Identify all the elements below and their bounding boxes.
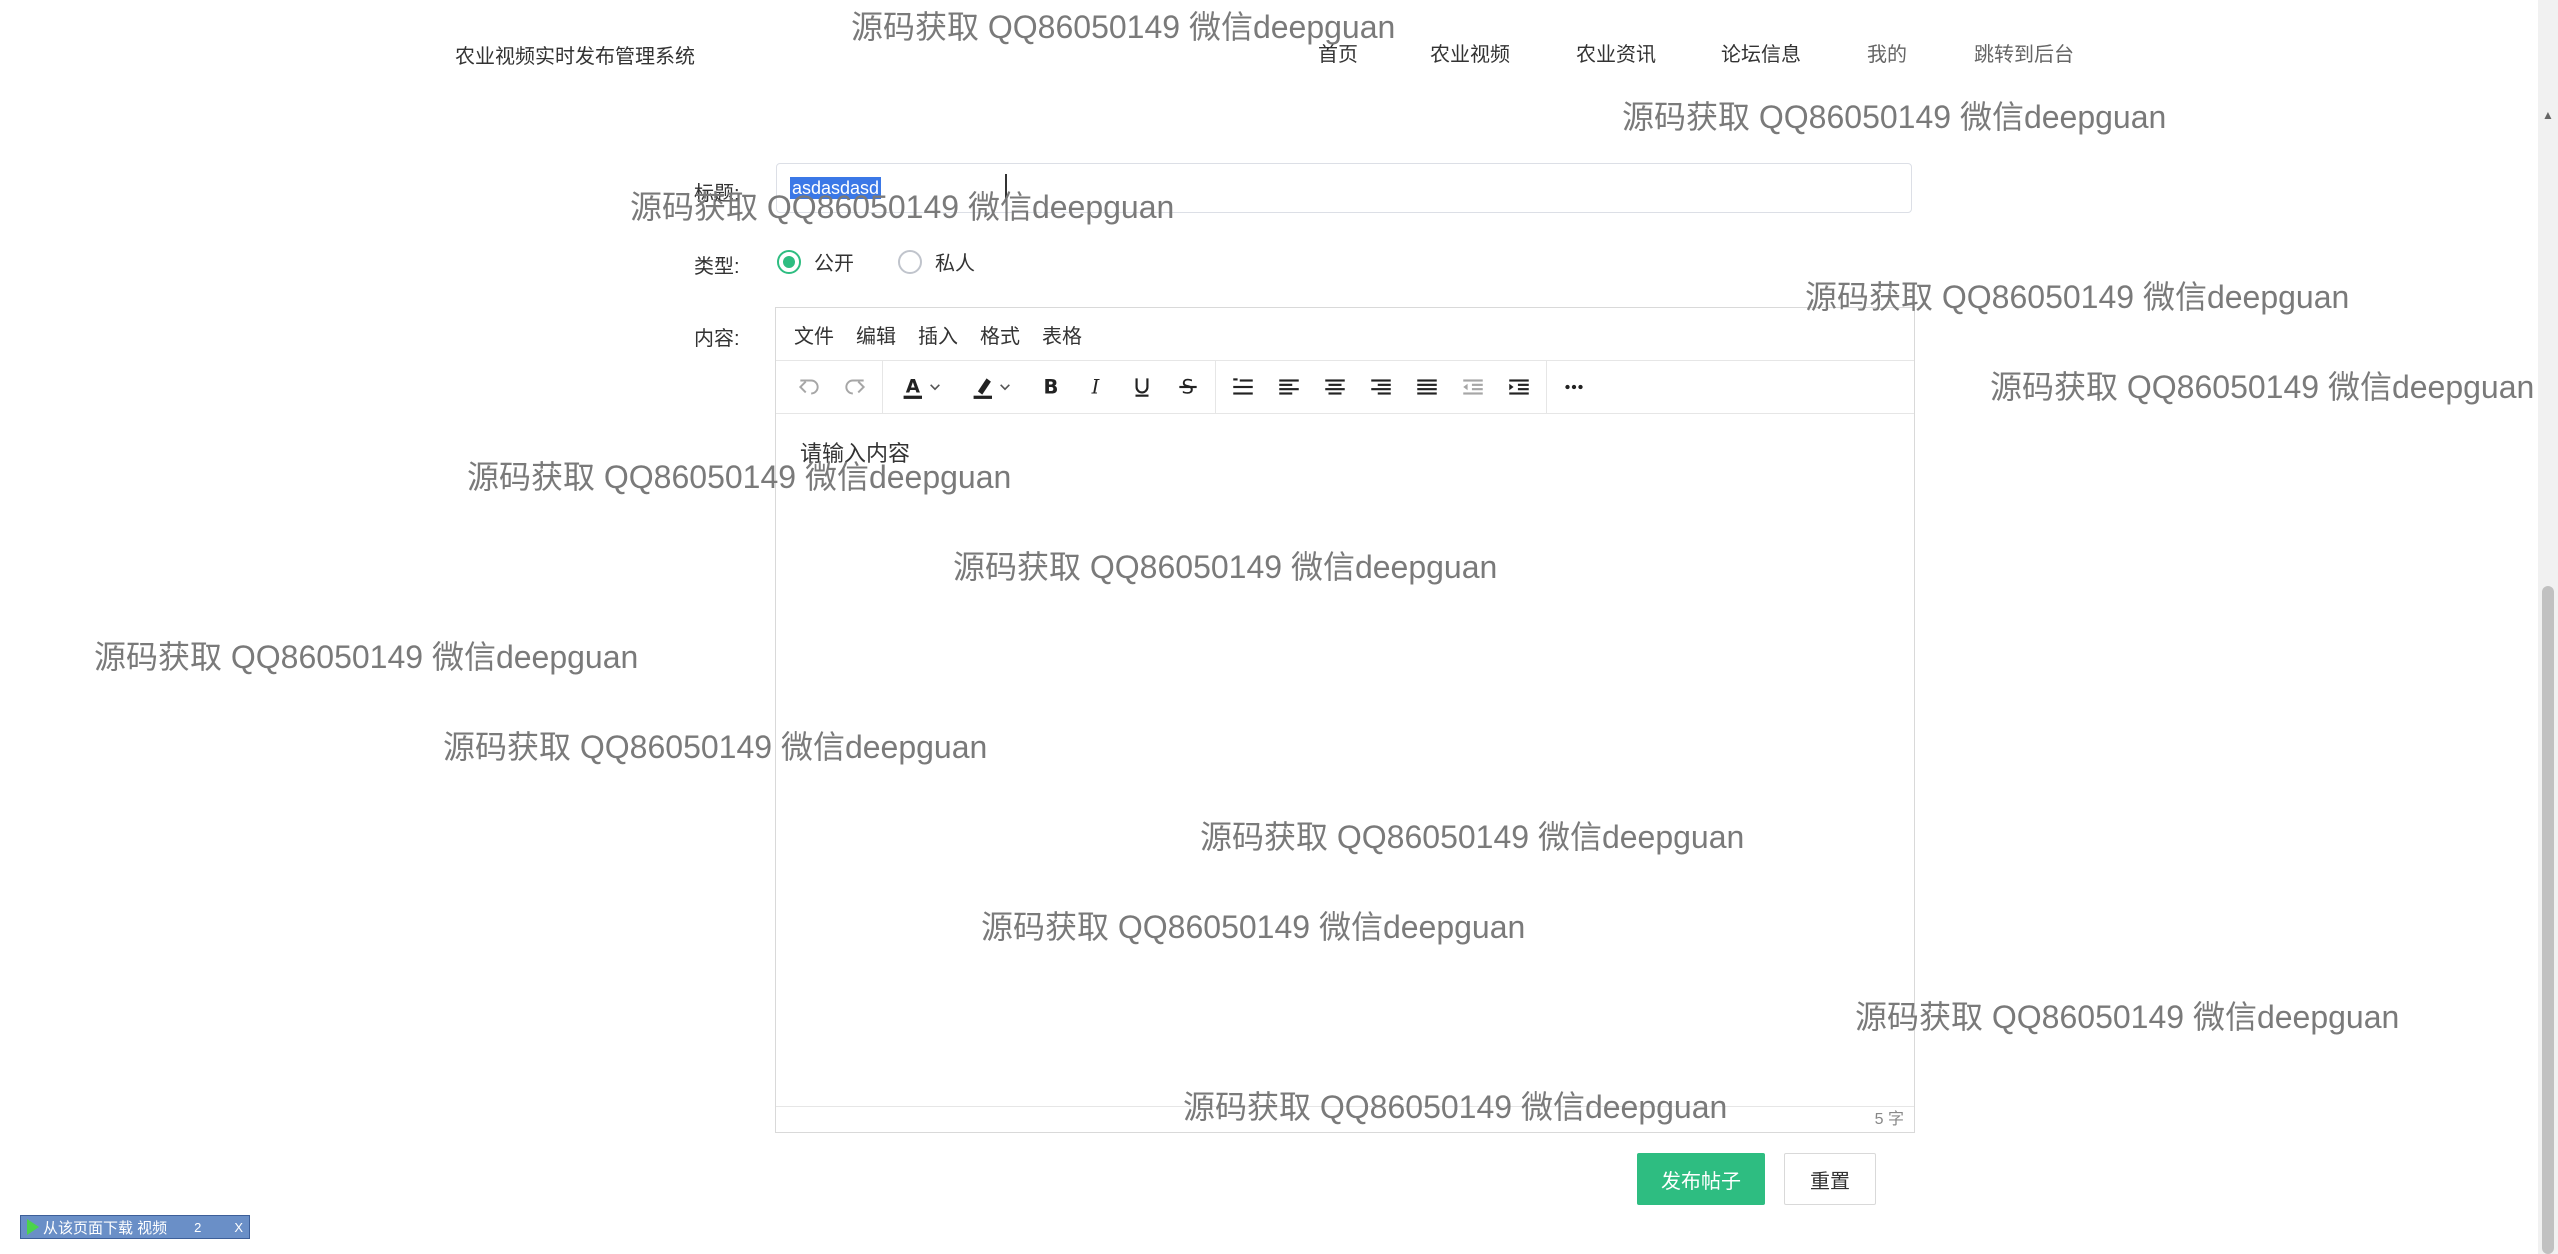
menu-edit[interactable]: 编辑	[856, 320, 896, 349]
highlighter-icon	[973, 378, 1010, 399]
nav-home[interactable]: 首页	[1318, 38, 1358, 67]
svg-text:B: B	[1044, 376, 1059, 399]
close-icon[interactable]: X	[234, 1220, 243, 1235]
radio-private-label: 私人	[935, 253, 975, 275]
redo-button[interactable]	[832, 365, 878, 409]
watermark: 源码获取 QQ86050149 微信deepguan	[94, 639, 639, 675]
italic-button[interactable]: I	[1073, 365, 1119, 409]
watermark: 源码获取 QQ86050149 微信deepguan	[1855, 999, 2400, 1035]
outdent-button[interactable]	[1450, 365, 1496, 409]
type-label: 类型:	[694, 256, 740, 278]
menu-table[interactable]: 表格	[1042, 320, 1082, 349]
strikethrough-icon: S	[1179, 376, 1197, 399]
menu-format[interactable]: 格式	[980, 320, 1020, 349]
site-title: 农业视频实时发布管理系统	[455, 46, 695, 68]
align-right-icon	[1371, 379, 1391, 395]
radio-unchecked-icon	[898, 249, 922, 274]
menu-insert[interactable]: 插入	[918, 320, 958, 349]
download-label: 从该页面下载 视频	[43, 1219, 168, 1237]
radio-checked-icon	[777, 249, 801, 274]
vertical-scrollbar[interactable]: ▲	[2538, 0, 2558, 1254]
nav-admin[interactable]: 跳转到后台	[1974, 38, 2074, 67]
page: 农业视频实时发布管理系统 首页 农业视频 农业资讯 论坛信息 我的 跳转到后台 …	[0, 0, 2558, 1254]
more-button[interactable]	[1551, 365, 1597, 409]
toolbar-separator	[1215, 361, 1216, 413]
align-center-icon	[1325, 379, 1345, 395]
title-input[interactable]: asdasdasd	[776, 163, 1912, 213]
svg-text:A: A	[906, 376, 921, 397]
undo-button[interactable]	[786, 365, 832, 409]
download-count: 2	[194, 1219, 202, 1235]
type-radio-group: 公开 私人	[777, 247, 1019, 276]
title-label: 标题:	[694, 183, 740, 205]
nav-videos[interactable]: 农业视频	[1430, 38, 1510, 67]
text-color-button[interactable]: A	[887, 365, 957, 409]
rich-text-editor: 文件 编辑 插入 格式 表格 A B I S 请输入内容 5 字	[775, 307, 1915, 1133]
svg-text:I: I	[1091, 376, 1101, 399]
indent-button[interactable]	[1496, 365, 1542, 409]
italic-icon: I	[1091, 376, 1101, 399]
more-icon	[1565, 384, 1583, 390]
line-height-button[interactable]	[1220, 365, 1266, 409]
align-justify-icon	[1417, 379, 1437, 395]
align-left-button[interactable]	[1266, 365, 1312, 409]
scrollbar-thumb[interactable]	[2542, 586, 2554, 1254]
editor-statusbar: 5 字	[776, 1106, 1914, 1132]
strikethrough-button[interactable]: S	[1165, 365, 1211, 409]
nav-forum[interactable]: 论坛信息	[1721, 38, 1801, 67]
reset-button[interactable]: 重置	[1784, 1153, 1876, 1205]
radio-private[interactable]: 私人	[898, 247, 975, 276]
undo-icon	[798, 379, 819, 395]
watermark: 源码获取 QQ86050149 微信deepguan	[1622, 99, 2167, 135]
bold-button[interactable]: B	[1027, 365, 1073, 409]
align-right-button[interactable]	[1358, 365, 1404, 409]
redo-icon	[845, 379, 866, 395]
bold-icon: B	[1044, 376, 1059, 399]
content-label: 内容:	[694, 328, 740, 350]
outdent-icon	[1463, 379, 1483, 395]
underline-icon	[1135, 378, 1149, 397]
publish-post-button[interactable]: 发布帖子	[1637, 1153, 1765, 1205]
background-color-button[interactable]	[957, 365, 1027, 409]
editor-menubar: 文件 编辑 插入 格式 表格	[776, 308, 1914, 361]
text-cursor	[1005, 174, 1007, 202]
indent-icon	[1509, 379, 1529, 395]
text-color-icon: A	[903, 376, 940, 399]
align-justify-button[interactable]	[1404, 365, 1450, 409]
underline-button[interactable]	[1119, 365, 1165, 409]
align-center-button[interactable]	[1312, 365, 1358, 409]
watermark: 源码获取 QQ86050149 微信deepguan	[1990, 369, 2535, 405]
watermark: 源码获取 QQ86050149 微信deepguan	[851, 9, 1396, 45]
scroll-up-icon[interactable]: ▲	[2542, 108, 2554, 122]
radio-public-label: 公开	[814, 253, 854, 275]
video-download-bar[interactable]: 从该页面下载 视频 2 X	[20, 1215, 250, 1239]
word-count: 5 字	[1874, 1111, 1904, 1128]
editor-content-area[interactable]: 请输入内容	[776, 414, 1914, 1106]
nav-news[interactable]: 农业资讯	[1576, 38, 1656, 67]
play-icon	[27, 1219, 39, 1235]
line-height-icon	[1233, 378, 1253, 395]
nav-mine[interactable]: 我的	[1867, 38, 1907, 67]
menu-file[interactable]: 文件	[794, 320, 834, 349]
editor-placeholder: 请输入内容	[800, 441, 911, 466]
editor-toolbar: A B I S	[776, 361, 1914, 414]
toolbar-separator	[1546, 361, 1547, 413]
radio-public[interactable]: 公开	[777, 247, 854, 276]
align-left-icon	[1279, 379, 1299, 395]
title-value: asdasdasd	[790, 177, 882, 199]
toolbar-separator	[882, 361, 883, 413]
